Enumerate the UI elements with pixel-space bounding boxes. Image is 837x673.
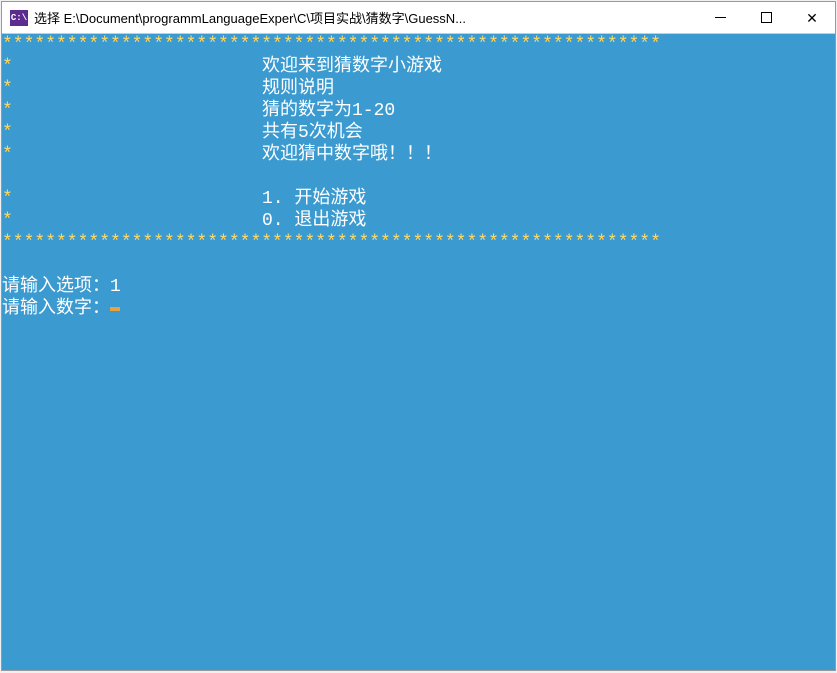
menu-line-welcome: *欢迎来到猜数字小游戏 (2, 56, 835, 78)
menu-option-exit: *0. 退出游戏 (2, 210, 835, 232)
cursor-icon (110, 307, 120, 311)
border-bottom: ****************************************… (2, 232, 835, 254)
prompt-number: 请输入数字： (2, 298, 835, 320)
blank-line (2, 166, 835, 188)
menu-line-range: *猜的数字为1-20 (2, 100, 835, 122)
minimize-button[interactable] (697, 2, 743, 33)
prompt-option-value: 1 (110, 277, 121, 297)
blank-line-2 (2, 254, 835, 276)
menu-line-encourage: *欢迎猜中数字哦！！！ (2, 144, 835, 166)
menu-option-start: *1. 开始游戏 (2, 188, 835, 210)
prompt-option: 请输入选项：1 (2, 276, 835, 298)
console-area[interactable]: ****************************************… (2, 34, 835, 670)
maximize-button[interactable] (743, 2, 789, 33)
maximize-icon (761, 12, 772, 23)
minimize-icon (715, 17, 726, 18)
menu-line-chances: *共有5次机会 (2, 122, 835, 144)
app-icon: C:\ (10, 10, 28, 26)
titlebar: C:\ 选择 E:\Document\programmLanguageExper… (2, 2, 835, 34)
window-controls: ✕ (697, 2, 835, 33)
border-top: ****************************************… (2, 34, 835, 56)
window-title: 选择 E:\Document\programmLanguageExper\C\项… (28, 8, 697, 27)
console-window: C:\ 选择 E:\Document\programmLanguageExper… (1, 1, 836, 671)
prompt-number-label: 请输入数字： (2, 299, 110, 319)
close-button[interactable]: ✕ (789, 2, 835, 33)
close-icon: ✕ (806, 11, 818, 25)
menu-line-rules: *规则说明 (2, 78, 835, 100)
prompt-option-label: 请输入选项： (2, 277, 110, 297)
